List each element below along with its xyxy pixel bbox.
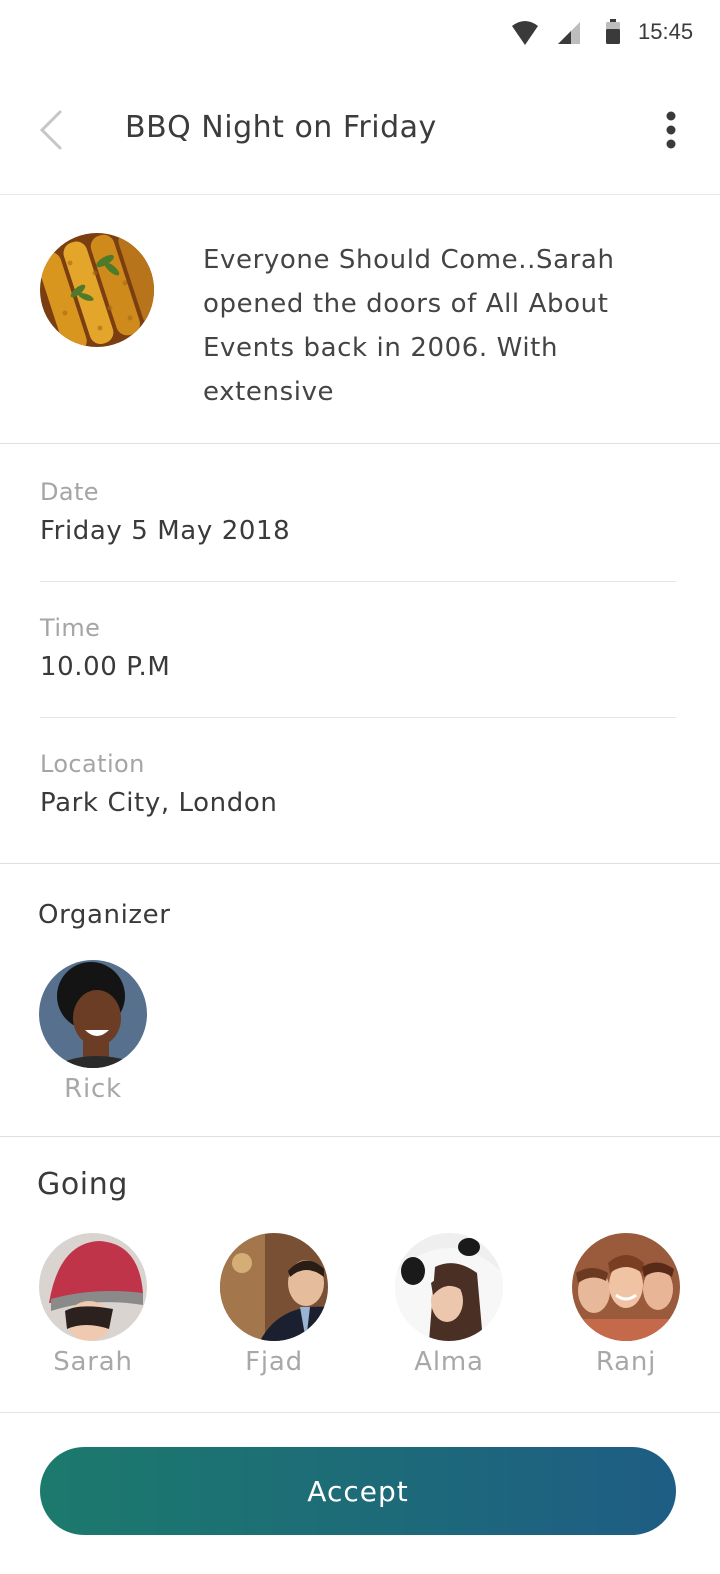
organizer-person[interactable]: Rick — [28, 960, 158, 1104]
wifi-icon — [511, 20, 539, 50]
status-time: 15:45 — [638, 19, 694, 44]
date-label: Date — [40, 478, 99, 506]
attendee-name: Ranj — [595, 1347, 657, 1377]
attendee-item[interactable]: Sarah — [28, 1233, 158, 1377]
time-field: Time 10.00 P.M — [40, 614, 676, 682]
time-value: 10.00 P.M — [40, 652, 171, 682]
attendee-item[interactable]: Fjad — [209, 1233, 339, 1377]
cell-signal-icon — [556, 20, 582, 50]
event-details: Date Friday 5 May 2018 Time 10.00 P.M Lo… — [0, 444, 720, 864]
attendee-name: Sarah — [53, 1347, 133, 1377]
event-description: Everyone Should Come..Sarah opened the d… — [203, 245, 615, 407]
attendee-name: Fjad — [245, 1347, 303, 1377]
time-label: Time — [40, 614, 101, 642]
location-value: Park City, London — [40, 788, 278, 818]
location-field: Location Park City, London — [40, 750, 676, 818]
avatar — [395, 1233, 503, 1341]
organizer-section: Organizer Rick — [0, 864, 720, 1137]
avatar — [220, 1233, 328, 1341]
event-intro: Everyone Should Come..Sarah opened the d… — [0, 195, 720, 444]
chevron-left-icon — [30, 110, 70, 156]
more-vertical-icon — [656, 111, 686, 156]
divider — [40, 717, 676, 718]
battery-icon — [605, 19, 621, 49]
attendee-item[interactable]: Alma — [384, 1233, 514, 1377]
more-options-button[interactable] — [656, 108, 686, 152]
page-title: BBQ Night on Friday — [125, 110, 437, 145]
organizer-name: Rick — [64, 1074, 122, 1104]
avatar — [39, 1233, 147, 1341]
organizer-title: Organizer — [38, 900, 171, 930]
date-field: Date Friday 5 May 2018 — [40, 478, 676, 546]
accept-button[interactable]: Accept — [40, 1447, 676, 1535]
going-section: Going Sarah Fjad Alma Ranj — [0, 1137, 720, 1413]
status-bar: 15:45 — [0, 0, 720, 64]
attendee-name: Alma — [414, 1347, 484, 1377]
date-value: Friday 5 May 2018 — [40, 516, 291, 546]
avatar — [572, 1233, 680, 1341]
location-label: Location — [40, 750, 145, 778]
event-photo — [40, 233, 154, 347]
going-title: Going — [37, 1167, 128, 1202]
divider — [40, 581, 676, 582]
back-button[interactable] — [30, 108, 70, 152]
avatar — [39, 960, 147, 1068]
app-bar: BBQ Night on Friday — [0, 64, 720, 195]
attendee-item[interactable]: Ranj — [561, 1233, 691, 1377]
